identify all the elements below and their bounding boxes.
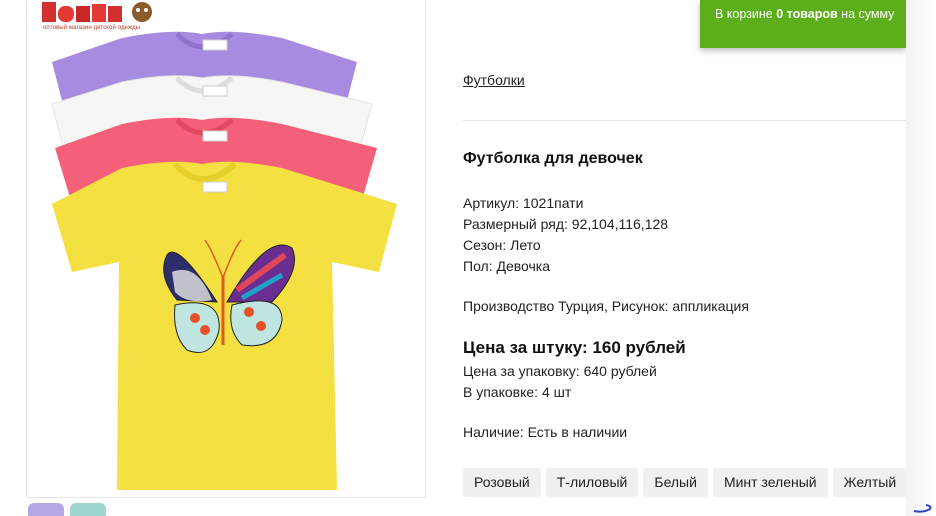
cart-prefix: В корзине — [715, 7, 777, 21]
scroll-up-icon[interactable] — [912, 500, 934, 514]
spec-gender: Пол: Девочка — [463, 258, 551, 274]
color-option-mint[interactable]: Минт зеленый — [712, 468, 828, 497]
breadcrumb-category-link[interactable]: Футболки — [463, 72, 525, 88]
color-option-yellow[interactable]: Желтый — [832, 468, 906, 497]
production-info: Производство Турция, Рисунок: аппликация — [463, 298, 749, 314]
pack-size: В упаковке: 4 шт — [463, 384, 572, 400]
unit-price: Цена за штуку: 160 рублей — [463, 338, 686, 357]
pack-info: Цена за упаковку: 640 рублей В упаковке:… — [463, 361, 657, 403]
spec-article: Артикул: 1021пати — [463, 195, 584, 211]
product-title: Футболка для девочек — [463, 150, 643, 167]
color-option-lilac[interactable]: Т-лиловый — [545, 468, 639, 497]
cart-count: 0 товаров — [776, 7, 838, 21]
color-option-white[interactable]: Белый — [643, 468, 708, 497]
divider — [463, 120, 906, 121]
thumbnail-lilac[interactable] — [28, 503, 64, 516]
product-specs: Артикул: 1021пати Размерный ряд: 92,104,… — [463, 193, 668, 277]
cart-suffix: на сумму — [837, 7, 895, 21]
spec-season: Сезон: Лето — [463, 237, 541, 253]
page-edge-shadow — [906, 0, 936, 516]
thumbnail-mint[interactable] — [70, 503, 106, 516]
product-image[interactable] — [26, 0, 426, 498]
cart-summary-banner[interactable]: В корзине 0 товаров на сумму — [700, 0, 906, 48]
color-option-pink[interactable]: Розовый — [463, 468, 541, 497]
color-options: Розовый Т-лиловый Белый Минт зеленый Желтый — [463, 468, 906, 498]
availability-status: Наличие: Есть в наличии — [463, 424, 628, 440]
logo-tagline: оптовый магазин детской одежды — [43, 25, 141, 31]
spec-sizes: Размерный ряд: 92,104,116,128 — [463, 216, 669, 232]
pack-price: Цена за упаковку: 640 рублей — [463, 363, 657, 379]
thumbnail-strip — [28, 503, 106, 516]
